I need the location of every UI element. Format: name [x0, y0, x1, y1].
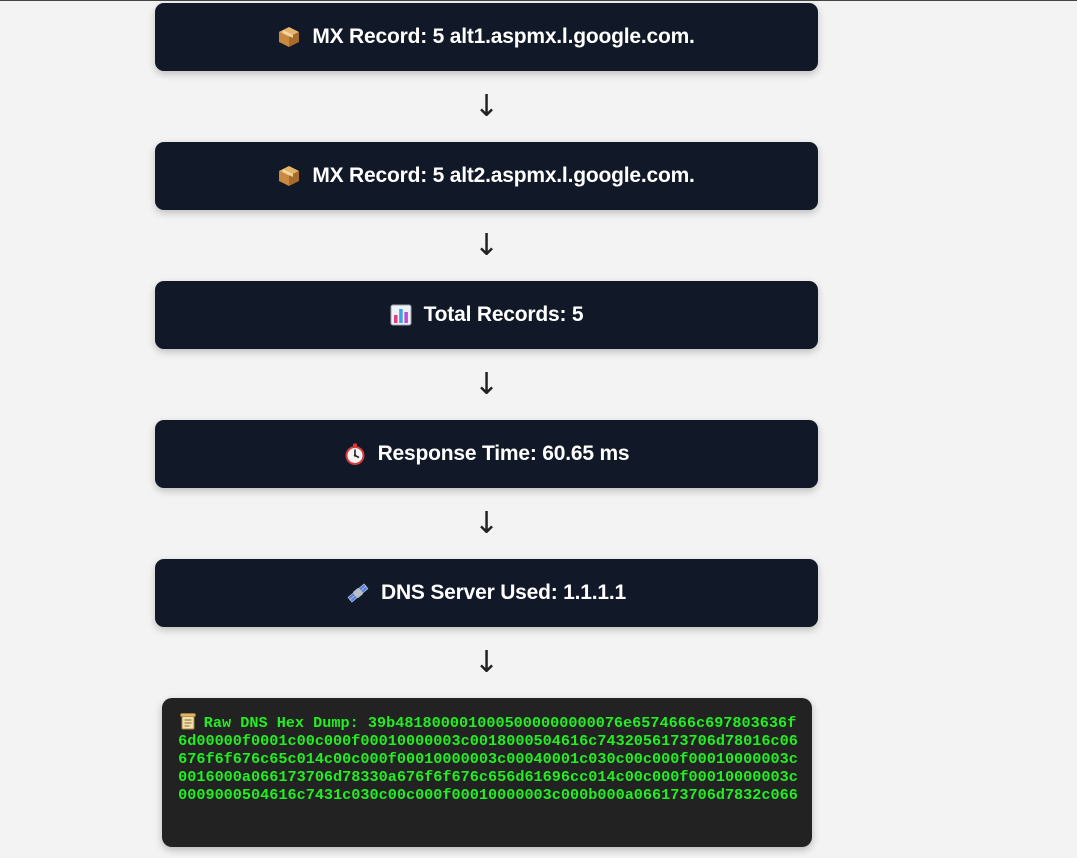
response-time-card: Response Time: 60.65 ms — [155, 420, 818, 488]
package-icon — [278, 165, 300, 187]
total-records-card: Total Records: 5 — [155, 281, 818, 349]
flow-arrow-1: ↓ — [473, 88, 500, 124]
dns-server-label: DNS Server Used: 1.1.1.1 — [381, 581, 626, 604]
response-time-label: Response Time: 60.65 ms — [377, 442, 630, 465]
flow-arrow-3: ↓ — [473, 366, 500, 402]
mx-record-label-2: MX Record: 5 alt2.aspmx.l.google.com. — [312, 164, 695, 187]
mx-record-card-2: MX Record: 5 alt2.aspmx.l.google.com. — [155, 142, 818, 210]
scroll-icon — [179, 713, 196, 730]
hex-dump-label: Raw DNS Hex Dump: — [203, 714, 359, 732]
flow-arrow-5: ↓ — [473, 644, 500, 680]
stopwatch-icon — [344, 443, 366, 465]
package-icon — [278, 26, 300, 48]
raw-hex-dump-card: Raw DNS Hex Dump: 39b4818000010005000000… — [162, 698, 812, 847]
total-records-label: Total Records: 5 — [423, 303, 584, 326]
mx-record-label-1: MX Record: 5 alt1.aspmx.l.google.com. — [312, 25, 695, 48]
bar-chart-icon — [390, 304, 412, 326]
dns-server-card: DNS Server Used: 1.1.1.1 — [155, 559, 818, 627]
top-border — [0, 0, 1077, 1]
flow-arrow-4: ↓ — [473, 505, 500, 541]
flow-arrow-2: ↓ — [473, 227, 500, 263]
satellite-icon — [347, 582, 369, 604]
mx-record-card-1: MX Record: 5 alt1.aspmx.l.google.com. — [155, 3, 818, 71]
dns-result-flow: MX Record: 5 alt1.aspmx.l.google.com. ↓ … — [155, 3, 818, 698]
